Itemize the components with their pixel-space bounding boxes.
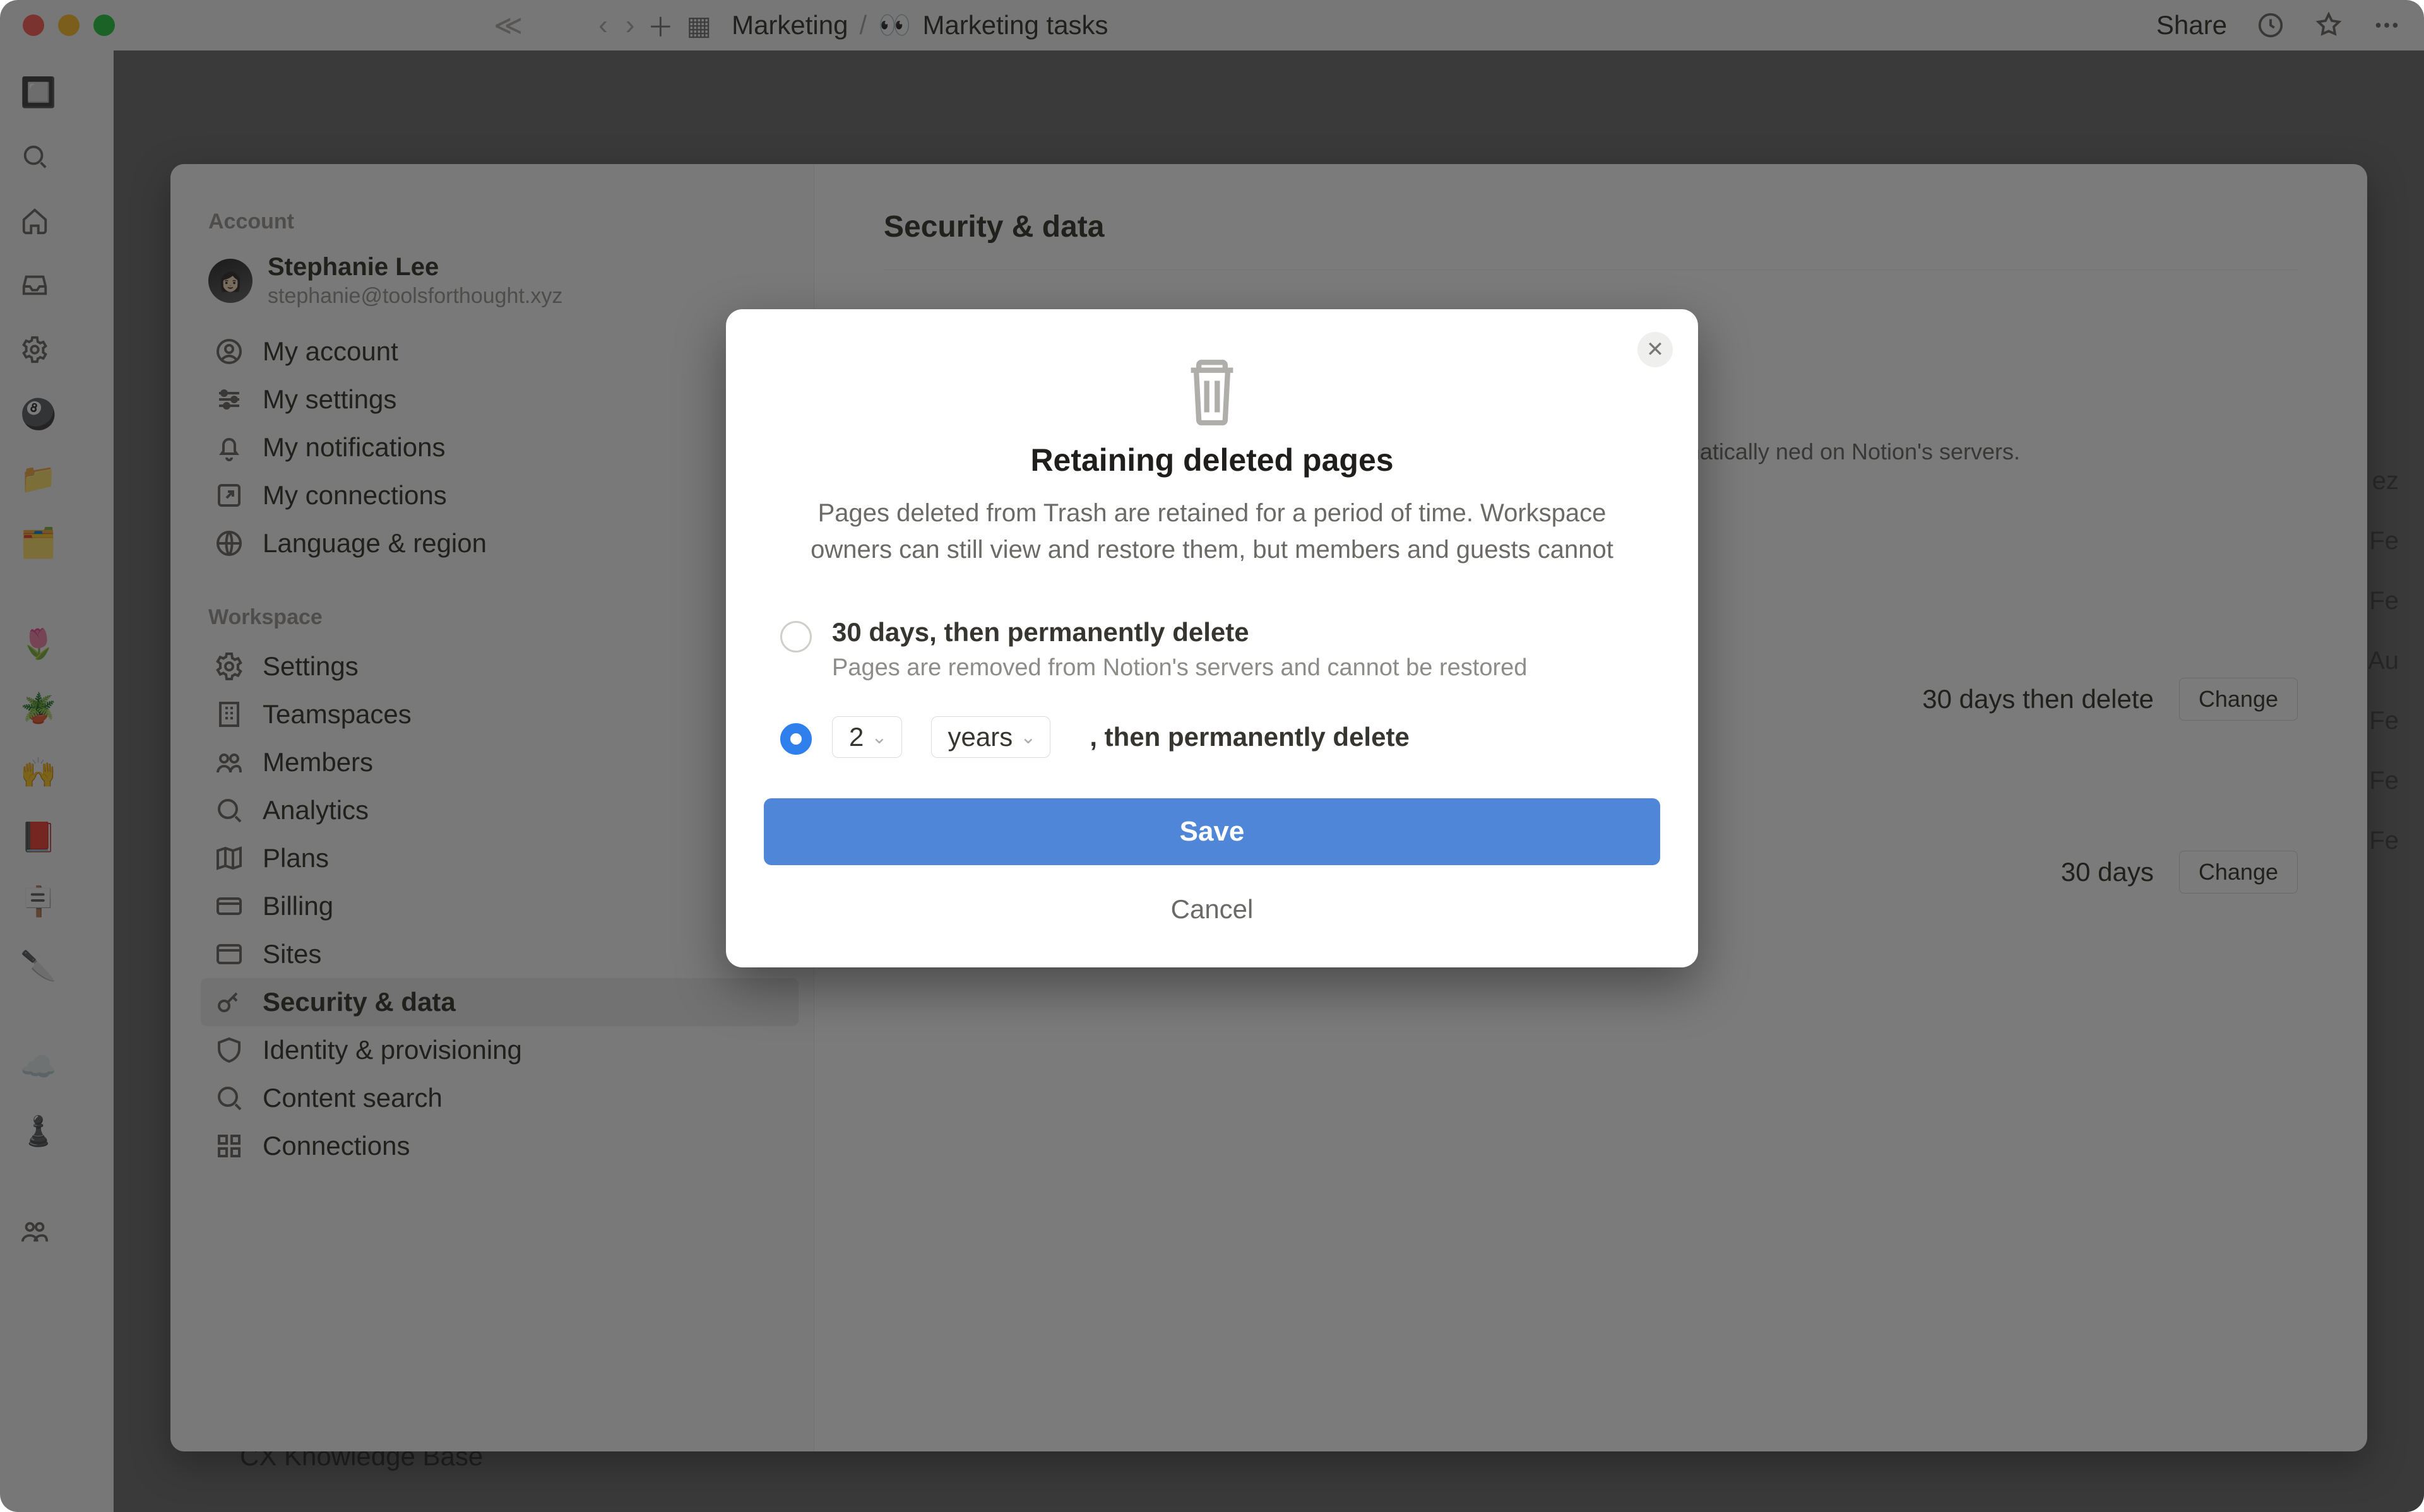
app-frame: ≪ ‹ › ＋ ▦ Marketing / 👀 Marketing tasks … (0, 0, 2424, 1512)
retention-number-value: 2 (849, 722, 864, 752)
retention-unit-select[interactable]: years ⌄ (931, 716, 1051, 758)
retention-option-custom[interactable]: 2 ⌄ years ⌄ , then permanently delete (764, 714, 1660, 798)
retention-modal: ✕ Retaining deleted pages Pages deleted … (726, 309, 1698, 967)
option-suffix: , then permanently delete (1090, 722, 1409, 752)
trash-icon (1180, 353, 1244, 429)
radio-unselected[interactable] (780, 621, 812, 653)
cancel-button[interactable]: Cancel (764, 883, 1660, 936)
close-icon: ✕ (1646, 337, 1665, 362)
save-button[interactable]: Save (764, 798, 1660, 865)
retention-option-30days[interactable]: 30 days, then permanently delete Pages a… (764, 615, 1660, 714)
modal-header: Retaining deleted pages Pages deleted fr… (764, 353, 1660, 568)
modal-backdrop[interactable]: ✕ Retaining deleted pages Pages deleted … (0, 0, 2424, 1512)
option-title: 30 days, then permanently delete (832, 617, 1644, 647)
chevron-down-icon: ⌄ (1020, 726, 1036, 748)
modal-description: Pages deleted from Trash are retained fo… (792, 495, 1632, 568)
modal-title: Retaining deleted pages (764, 442, 1660, 478)
radio-selected[interactable] (780, 723, 812, 755)
retention-number-select[interactable]: 2 ⌄ (832, 716, 902, 758)
close-button[interactable]: ✕ (1637, 332, 1673, 367)
chevron-down-icon: ⌄ (871, 726, 887, 748)
retention-unit-value: years (948, 722, 1013, 752)
option-subtitle: Pages are removed from Notion's servers … (832, 651, 1644, 685)
